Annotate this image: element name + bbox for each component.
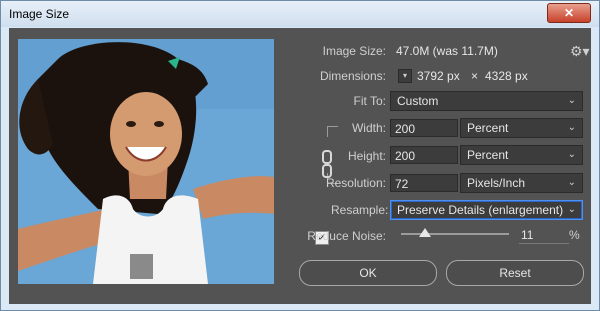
height-input[interactable]: 200 xyxy=(390,146,458,164)
reduce-noise-slider-track[interactable] xyxy=(401,233,509,235)
reduce-noise-label: Reduce Noise: xyxy=(307,229,386,243)
width-unit-select[interactable]: Percent ⌄ xyxy=(460,118,583,138)
chevron-down-icon: ⌄ xyxy=(567,122,576,133)
reset-button[interactable]: Reset xyxy=(446,260,584,286)
dimensions-label: Dimensions: xyxy=(319,69,386,83)
window-title: Image Size xyxy=(9,7,70,21)
reduce-noise-unit: % xyxy=(569,228,580,242)
gear-icon[interactable]: ⚙▾ xyxy=(570,43,590,60)
chevron-down-icon: ⌄ xyxy=(567,204,576,215)
chevron-down-icon: ⌄ xyxy=(567,177,576,188)
resample-method-value: Preserve Details (enlargement) xyxy=(397,203,564,217)
width-input[interactable]: 200 xyxy=(390,119,458,137)
ok-button[interactable]: OK xyxy=(299,260,437,286)
chevron-down-icon: ⌄ xyxy=(567,149,576,160)
reduce-noise-slider-thumb[interactable] xyxy=(418,228,431,237)
image-size-label: Image Size: xyxy=(322,44,386,58)
height-unit-select[interactable]: Percent ⌄ xyxy=(460,145,583,165)
dimensions-width: 3792 px xyxy=(417,69,460,83)
resample-label: Resample: xyxy=(331,203,389,217)
dialog-content: Image Size: 47.0M (was 11.7M) ⚙▾ Dimensi… xyxy=(9,28,591,304)
fit-to-label: Fit To: xyxy=(353,94,386,108)
height-label: Height: xyxy=(347,149,386,163)
fit-to-select[interactable]: Custom ⌄ xyxy=(390,91,583,111)
height-unit-value: Percent xyxy=(467,148,509,162)
resolution-unit-value: Pixels/Inch xyxy=(467,176,526,190)
resolution-input[interactable]: 72 xyxy=(390,174,458,192)
width-unit-value: Percent xyxy=(467,121,509,135)
chevron-down-icon: ▾ xyxy=(402,71,407,80)
resample-method-select[interactable]: Preserve Details (enlargement) ⌄ xyxy=(390,200,583,220)
chevron-down-icon: ⌄ xyxy=(567,95,576,106)
reduce-noise-input[interactable]: 11 xyxy=(519,226,569,244)
close-button[interactable]: ✕ xyxy=(547,3,591,23)
width-label: Width: xyxy=(351,121,386,135)
title-bar: Image Size ✕ xyxy=(1,1,599,27)
dimensions-units-button[interactable]: ▾ xyxy=(398,69,412,83)
image-preview[interactable] xyxy=(18,39,274,284)
dimensions-height: 4328 px xyxy=(485,69,528,83)
image-size-value: 47.0M (was 11.7M) xyxy=(396,44,498,58)
preview-photo xyxy=(18,39,274,284)
fit-to-value: Custom xyxy=(397,94,439,108)
image-size-dialog: Image Size ✕ Image Size: 47.0M (was 11.7… xyxy=(0,0,600,311)
dimensions-times: × xyxy=(471,69,479,83)
resolution-label: Resolution: xyxy=(325,176,386,190)
resolution-unit-select[interactable]: Pixels/Inch ⌄ xyxy=(460,173,583,193)
